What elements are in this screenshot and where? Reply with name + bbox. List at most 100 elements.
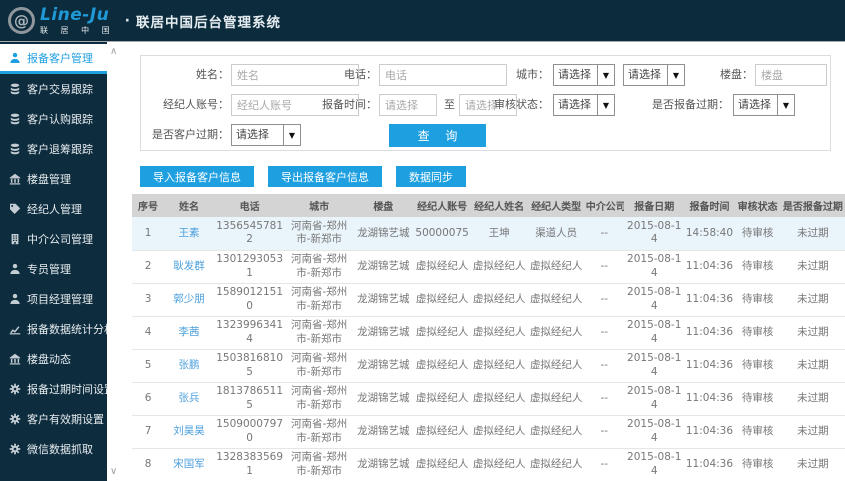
at-logo-icon: @ <box>8 7 35 34</box>
sidebar-item-13[interactable]: 微信数据抓取 <box>0 434 107 464</box>
table-cell: 2015-08-14 <box>623 415 685 449</box>
table-cell: 11:04:36 <box>684 415 735 449</box>
table-cell: 未过期 <box>780 250 845 284</box>
sidebar-item-3[interactable]: 客户退筹跟踪 <box>0 134 107 164</box>
customer-expired-select[interactable]: 请选择 ▼ <box>231 124 301 146</box>
sidebar-item-9[interactable]: 报备数据统计分析 <box>0 314 107 344</box>
sidebar-item-2[interactable]: 客户认购跟踪 <box>0 104 107 134</box>
sidebar-item-0[interactable]: 报备客户管理 <box>0 44 107 74</box>
report-time-from-input[interactable] <box>379 94 437 116</box>
customer-name-link[interactable]: 张兵 <box>164 382 214 416</box>
table-cell: 2015-08-14 <box>623 382 685 416</box>
table-cell: 虚拟经纪人 <box>413 250 471 284</box>
table-cell: 待审核 <box>734 217 781 251</box>
tag-icon <box>9 203 22 215</box>
gear-icon <box>9 443 22 455</box>
person-icon <box>9 52 22 64</box>
column-header: 经纪人姓名 <box>470 194 528 217</box>
table-cell: 2015-08-14 <box>623 448 685 481</box>
export-customers-button[interactable]: 导出报备客户信息 <box>268 166 382 187</box>
table-cell: 虚拟经纪人 <box>527 349 585 383</box>
customer-name-link[interactable]: 郭少朋 <box>164 283 214 317</box>
customer-name-link[interactable]: 宋国军 <box>164 448 214 481</box>
column-header: 序号 <box>132 194 165 217</box>
table-cell: 2015-08-14 <box>623 349 685 383</box>
chevron-up-icon[interactable]: ∧ <box>110 46 117 57</box>
estate-input[interactable] <box>755 64 827 86</box>
customer-name-link[interactable]: 李茜 <box>164 316 214 350</box>
table-cell: 虚拟经纪人 <box>527 250 585 284</box>
table-cell: 龙湖锦艺城 <box>353 382 414 416</box>
table-cell: 5 <box>132 349 165 383</box>
data-sync-button[interactable]: 数据同步 <box>396 166 466 187</box>
report-expired-select[interactable]: 请选择 ▼ <box>733 94 795 116</box>
city-province-select[interactable]: 请选择 ▼ <box>553 64 615 86</box>
phone-label: 电话： <box>344 68 377 81</box>
table-cell: 3 <box>132 283 165 317</box>
table-cell: 15890121510 <box>213 283 286 317</box>
table-cell: 龙湖锦艺城 <box>353 283 414 317</box>
city-city-select[interactable]: 请选择 ▼ <box>623 64 685 86</box>
sidebar-item-8[interactable]: 项目经理管理 <box>0 284 107 314</box>
customers-table-wrap: 序号 姓名 电话 城市 楼盘 经纪人账号 经纪人姓名 经纪人类型 中介公司 报备日期 报备时间 审核状… <box>132 194 845 481</box>
sidebar-item-label: 楼盘动态 <box>27 353 71 366</box>
table-cell: 虚拟经纪人 <box>470 283 528 317</box>
sidebar-item-4[interactable]: 楼盘管理 <box>0 164 107 194</box>
sidebar-item-12[interactable]: 客户有效期设置 <box>0 404 107 434</box>
table-cell: 4 <box>132 316 165 350</box>
column-header: 报备日期 <box>623 194 685 217</box>
sidebar-item-1[interactable]: 客户交易跟踪 <box>0 74 107 104</box>
chevron-down-icon: ▼ <box>597 65 614 85</box>
column-header: 经纪人类型 <box>527 194 585 217</box>
gear-icon <box>9 383 22 395</box>
customers-table: 序号 姓名 电话 城市 楼盘 经纪人账号 经纪人姓名 经纪人类型 中介公司 报备日期 报备时间 审核状… <box>132 194 845 481</box>
table-cell: 河南省-郑州市-新郑市 <box>285 283 354 317</box>
table-cell: -- <box>584 382 624 416</box>
table-cell: 2015-08-14 <box>623 316 685 350</box>
customer-name-link[interactable]: 刘昊昊 <box>164 415 214 449</box>
table-cell: 待审核 <box>734 415 781 449</box>
sidebar-item-7[interactable]: 专员管理 <box>0 254 107 284</box>
sidebar-item-label: 客户退筹跟踪 <box>27 143 93 156</box>
customer-name-link[interactable]: 张鹏 <box>164 349 214 383</box>
table-cell: 龙湖锦艺城 <box>353 415 414 449</box>
table-row: 8 宋国军 13283835691 河南省-郑州市-新郑市 龙湖锦艺城 虚拟经纪人 虚拟经纪… <box>132 448 845 481</box>
report-time-label: 报备时间： <box>322 98 377 111</box>
chevron-down-icon[interactable]: ∨ <box>110 466 117 477</box>
customer-name-link[interactable]: 王素 <box>164 217 214 251</box>
table-cell: 未过期 <box>780 349 845 383</box>
sidebar-item-label: 报备过期时间设置 <box>27 383 107 396</box>
column-header: 城市 <box>285 194 354 217</box>
gear-icon <box>9 413 22 425</box>
column-header: 中介公司 <box>584 194 624 217</box>
table-cell: 待审核 <box>734 283 781 317</box>
logo: @ Line-Ju 联 居 中 国 <box>0 4 115 35</box>
table-cell: 河南省-郑州市-新郑市 <box>285 415 354 449</box>
table-cell: 虚拟经纪人 <box>470 250 528 284</box>
sidebar-item-6[interactable]: 中介公司管理 <box>0 224 107 254</box>
search-button[interactable]: 查 询 <box>389 124 486 147</box>
table-cell: 虚拟经纪人 <box>527 448 585 481</box>
table-cell: -- <box>584 448 624 481</box>
page-title: 联居中国后台管理系统 <box>135 14 281 31</box>
sidebar-item-5[interactable]: 经纪人管理 <box>0 194 107 224</box>
table-row: 2 耿发群 13012930531 河南省-郑州市-新郑市 龙湖锦艺城 虚拟经纪人 虚拟经纪… <box>132 250 845 284</box>
logo-main-text: Line-Ju <box>40 4 110 25</box>
sidebar-menu: 报备客户管理 客户交易跟踪 客户认购跟踪客户退筹跟踪楼盘管理 经纪人管理 中介公司管理专… <box>0 42 107 464</box>
import-customers-button[interactable]: 导入报备客户信息 <box>140 166 254 187</box>
sidebar-item-label: 客户有效期设置 <box>27 413 104 426</box>
customer-name-link[interactable]: 耿发群 <box>164 250 214 284</box>
table-cell: 11:04:36 <box>684 382 735 416</box>
sidebar-item-label: 报备数据统计分析 <box>27 323 107 336</box>
table-cell: -- <box>584 316 624 350</box>
audit-status-select[interactable]: 请选择 ▼ <box>553 94 615 116</box>
column-header: 是否报备过期 <box>780 194 845 217</box>
table-cell: 待审核 <box>734 382 781 416</box>
sidebar-item-11[interactable]: 报备过期时间设置 <box>0 374 107 404</box>
table-cell: 1 <box>132 217 165 251</box>
table-cell: 7 <box>132 415 165 449</box>
table-cell: 11:04:36 <box>684 316 735 350</box>
sidebar-item-10[interactable]: 楼盘动态 <box>0 344 107 374</box>
audit-status-label: 审核状态： <box>494 98 549 111</box>
table-cell: 虚拟经纪人 <box>413 415 471 449</box>
